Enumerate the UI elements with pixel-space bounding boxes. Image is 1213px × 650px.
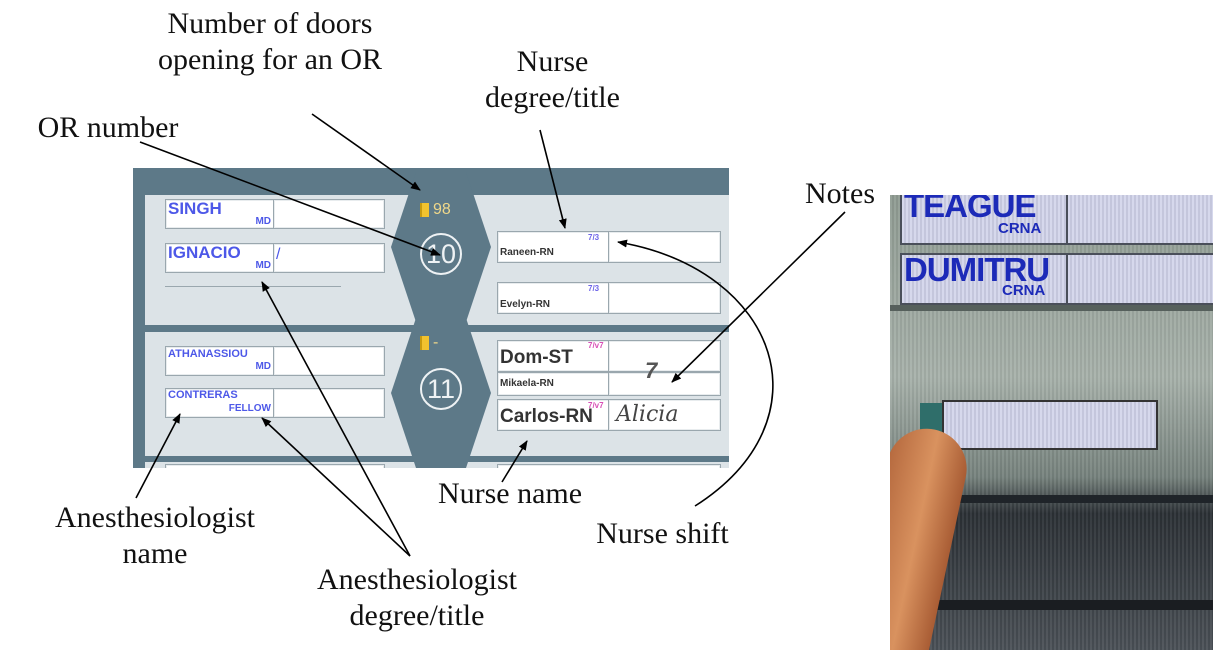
arrow-nurse-name — [501, 440, 528, 483]
arrow-nurse-shift — [617, 239, 774, 507]
arrow-notes — [671, 211, 846, 383]
callout-arrows — [135, 113, 846, 557]
arrow-doors — [311, 113, 421, 191]
arrow-anes-degree-2 — [261, 417, 411, 557]
arrow-anes-name — [135, 413, 181, 499]
arrow-anes-degree-1 — [261, 281, 411, 557]
arrow-or-number — [139, 141, 441, 256]
arrow-nurse-degree — [539, 129, 567, 229]
